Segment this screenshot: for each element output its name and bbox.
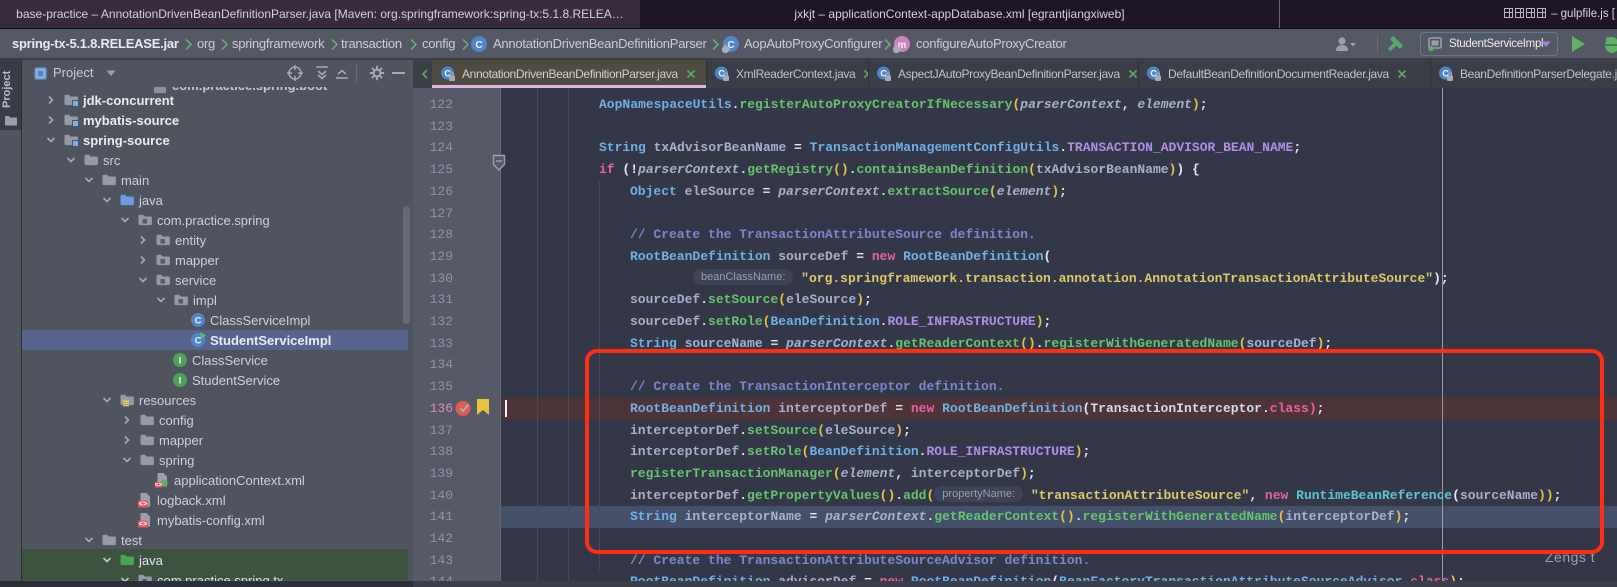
- svg-text:C: C: [475, 40, 482, 51]
- svg-text:<>: <>: [139, 501, 147, 508]
- svg-text:I: I: [179, 376, 182, 387]
- svg-text:C: C: [195, 316, 202, 327]
- svg-text:<>: <>: [155, 481, 163, 488]
- svg-text:I: I: [179, 356, 182, 367]
- svg-text:<>: <>: [139, 521, 147, 528]
